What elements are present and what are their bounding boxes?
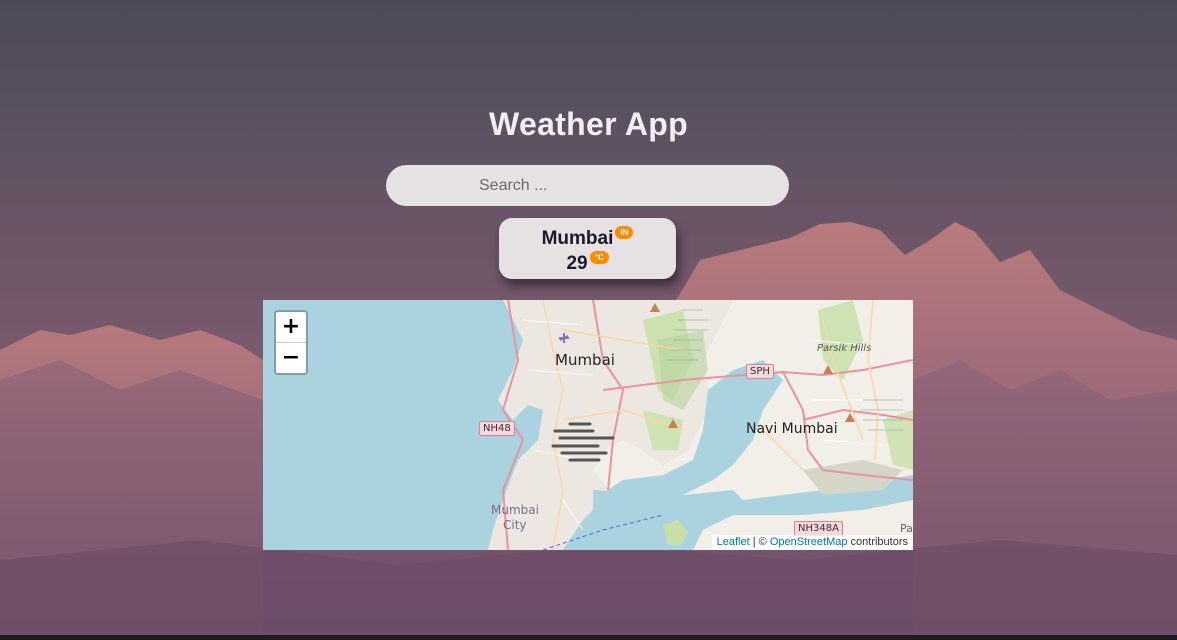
zoom-out-button[interactable]: − [276, 343, 306, 373]
weather-card: Mumbai IN 29 °C [499, 218, 676, 279]
road-shield-sph: SPH [746, 364, 774, 379]
map-label-edge: Par [900, 522, 913, 535]
temperature-row: 29 °C [499, 251, 676, 275]
attribution-separator: | © [749, 536, 770, 548]
map-label-mumbai: Mumbai [555, 351, 615, 369]
search-input[interactable] [386, 165, 789, 206]
zoom-control: + − [274, 310, 308, 375]
city-name: Mumbai [541, 228, 614, 249]
country-badge: IN [615, 226, 634, 239]
road-shield-nh48: NH48 [479, 421, 515, 436]
unit-badge: °C [589, 251, 609, 264]
map-label-parsik-hills: Parsik Hills [817, 343, 872, 354]
attribution-contributors: contributors [847, 536, 908, 548]
map-attribution: Leaflet | © OpenStreetMap contributors [711, 535, 913, 550]
page-title: Weather App [489, 106, 688, 142]
map-label-navi-mumbai: Navi Mumbai [746, 421, 838, 437]
zoom-in-button[interactable]: + [276, 312, 306, 343]
road-shield-nh348a: NH348A [794, 521, 843, 536]
search-bar [386, 165, 789, 206]
city-row: Mumbai IN [499, 226, 676, 250]
osm-link[interactable]: OpenStreetMap [770, 536, 848, 548]
temperature-value: 29 [566, 253, 588, 274]
leaflet-link[interactable]: Leaflet [717, 536, 750, 548]
map-label-mumbai-city-2: City [503, 518, 527, 532]
map[interactable]: + − Mumbai Navi Mumbai Mumbai City Parsi… [263, 300, 913, 550]
map-label-mumbai-city-1: Mumbai [491, 503, 539, 517]
bottom-strip [0, 635, 1177, 640]
